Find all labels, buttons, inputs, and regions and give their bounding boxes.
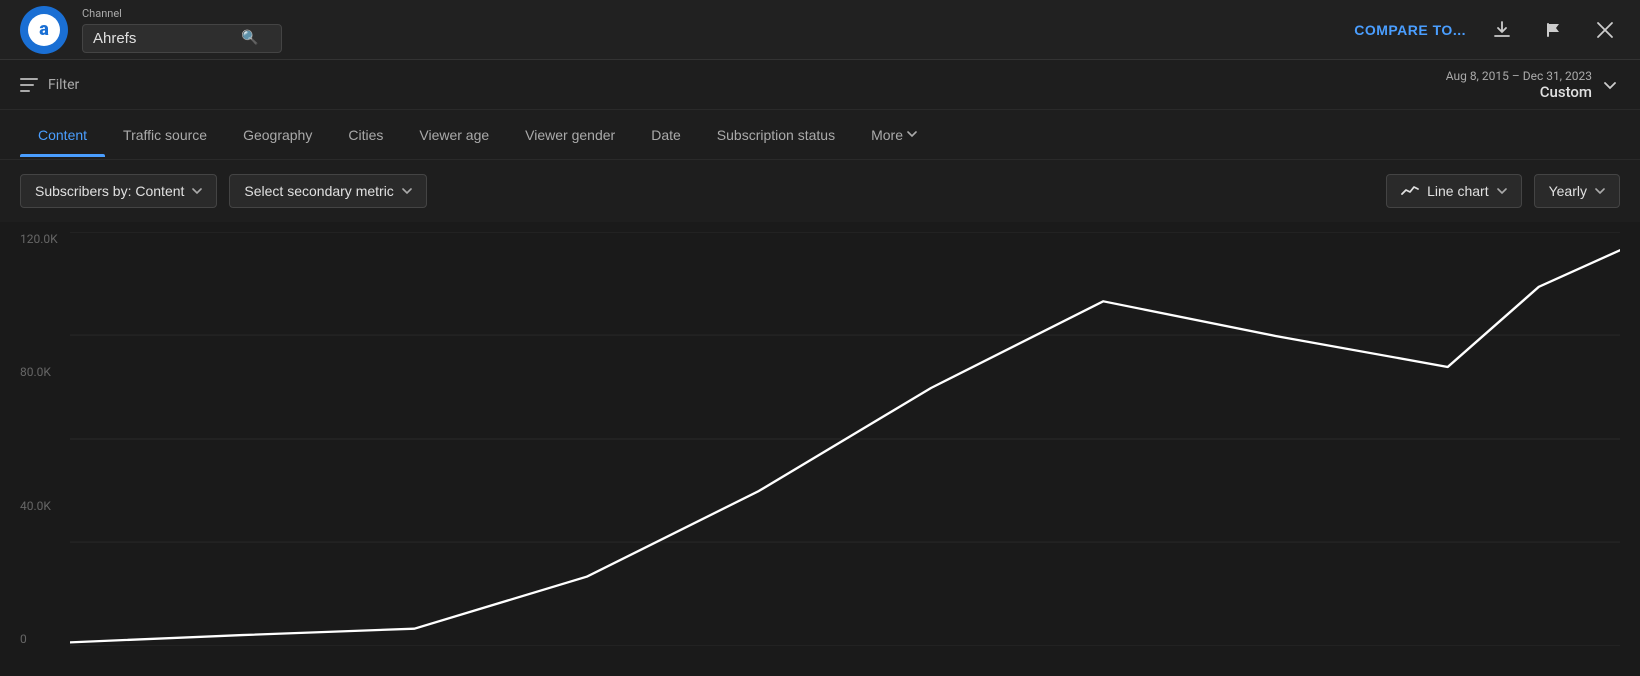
tab-more[interactable]: More xyxy=(853,113,935,157)
chart-type-dropdown[interactable]: Line chart xyxy=(1386,174,1521,208)
controls-bar: Subscribers by: Content Select secondary… xyxy=(0,160,1640,222)
channel-search-box[interactable]: 🔍 xyxy=(82,24,282,53)
primary-metric-dropdown[interactable]: Subscribers by: Content xyxy=(20,174,217,208)
compare-button[interactable]: COMPARE TO... xyxy=(1354,22,1466,38)
controls-left: Subscribers by: Content Select secondary… xyxy=(20,174,427,208)
top-bar: a Channel 🔍 COMPARE TO... xyxy=(0,0,1640,60)
filter-right: Aug 8, 2015 – Dec 31, 2023 Custom xyxy=(1446,69,1620,101)
subscriber-chart-line xyxy=(70,250,1620,642)
filter-label: Filter xyxy=(48,77,79,93)
tabs-bar: Content Traffic source Geography Cities … xyxy=(0,110,1640,160)
filter-icon xyxy=(20,78,38,92)
date-preset-value: Custom xyxy=(1446,83,1592,101)
top-bar-left: a Channel 🔍 xyxy=(20,6,282,54)
tab-subscription-status[interactable]: Subscription status xyxy=(699,113,853,157)
date-range-label: Aug 8, 2015 – Dec 31, 2023 xyxy=(1446,69,1592,83)
search-icon: 🔍 xyxy=(241,30,258,46)
primary-metric-chevron-icon xyxy=(192,188,202,195)
chart-type-label: Line chart xyxy=(1427,183,1488,199)
y-label-80k: 80.0K xyxy=(20,365,58,379)
chart-type-chevron-icon xyxy=(1497,188,1507,195)
tab-content[interactable]: Content xyxy=(20,113,105,157)
logo: a xyxy=(20,6,68,54)
y-axis-labels: 120.0K 80.0K 40.0K 0 xyxy=(20,232,58,646)
line-chart-icon xyxy=(1401,184,1419,198)
time-period-label: Yearly xyxy=(1549,183,1587,199)
top-bar-right: COMPARE TO... xyxy=(1354,16,1620,44)
tab-viewer-age[interactable]: Viewer age xyxy=(401,113,507,157)
download-button[interactable] xyxy=(1486,16,1518,44)
secondary-metric-label: Select secondary metric xyxy=(244,183,393,199)
download-icon xyxy=(1492,20,1512,40)
y-label-0: 0 xyxy=(20,632,58,646)
chart-area: 120.0K 80.0K 40.0K 0 xyxy=(0,222,1640,676)
chart-svg-container xyxy=(70,232,1620,646)
more-chevron-icon xyxy=(907,131,917,138)
tab-date[interactable]: Date xyxy=(633,113,699,157)
logo-letter: a xyxy=(28,14,60,46)
tab-viewer-gender[interactable]: Viewer gender xyxy=(507,113,633,157)
time-period-dropdown[interactable]: Yearly xyxy=(1534,174,1620,208)
chevron-down-icon xyxy=(1604,82,1616,90)
tab-cities[interactable]: Cities xyxy=(330,113,401,157)
primary-metric-label: Subscribers by: Content xyxy=(35,183,184,199)
tab-geography[interactable]: Geography xyxy=(225,113,330,157)
filter-bar: Filter Aug 8, 2015 – Dec 31, 2023 Custom xyxy=(0,60,1640,110)
date-dropdown-button[interactable] xyxy=(1600,70,1620,99)
channel-label: Channel xyxy=(82,7,282,20)
secondary-metric-dropdown[interactable]: Select secondary metric xyxy=(229,174,426,208)
time-period-chevron-icon xyxy=(1595,188,1605,195)
date-range-info: Aug 8, 2015 – Dec 31, 2023 Custom xyxy=(1446,69,1592,101)
flag-icon xyxy=(1544,20,1564,40)
chart-type-icon xyxy=(1401,184,1419,198)
close-icon xyxy=(1596,21,1614,39)
controls-right: Line chart Yearly xyxy=(1386,174,1620,208)
secondary-metric-chevron-icon xyxy=(402,188,412,195)
line-chart-svg xyxy=(70,232,1620,646)
y-label-120k: 120.0K xyxy=(20,232,58,246)
channel-info: Channel 🔍 xyxy=(82,7,282,53)
filter-left: Filter xyxy=(20,77,79,93)
tab-traffic-source[interactable]: Traffic source xyxy=(105,113,225,157)
channel-search-input[interactable] xyxy=(93,30,233,47)
close-button[interactable] xyxy=(1590,17,1620,43)
more-label: More xyxy=(871,127,903,143)
y-label-40k: 40.0K xyxy=(20,499,58,513)
flag-button[interactable] xyxy=(1538,16,1570,44)
